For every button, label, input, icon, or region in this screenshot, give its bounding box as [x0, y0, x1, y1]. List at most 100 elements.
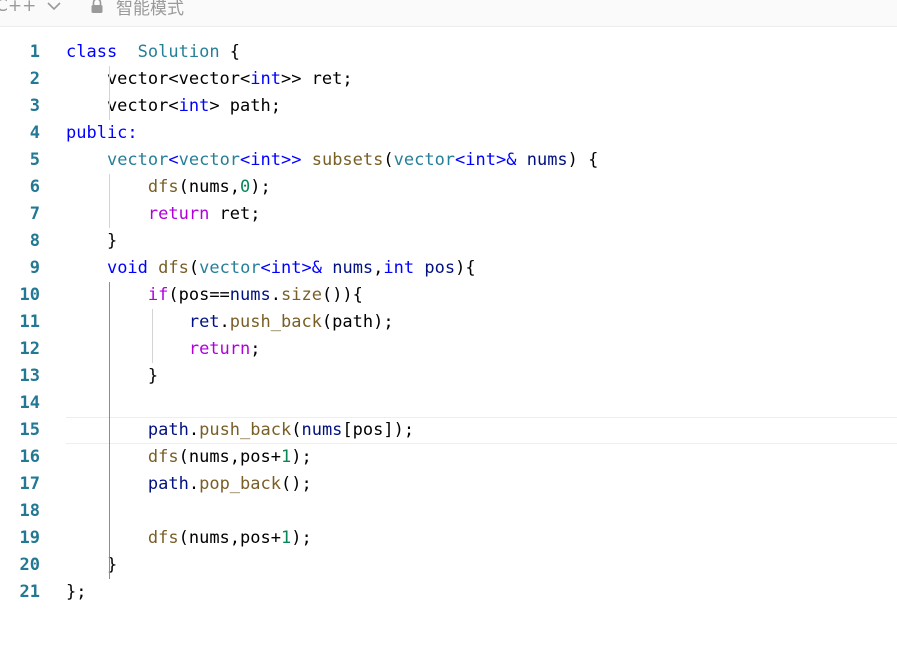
code-token: <: [168, 150, 179, 170]
code-line[interactable]: 17 path.pop_back();: [0, 471, 897, 498]
code-editor[interactable]: 1 class Solution {2 vector<vector<int>> r…: [0, 27, 897, 669]
code-token: );: [291, 528, 312, 548]
code-line[interactable]: 15 path.push_back(nums[pos]);: [0, 417, 897, 444]
line-number: 12: [19, 339, 40, 359]
code-line[interactable]: 10 if(pos==nums.size()){: [0, 282, 897, 309]
code-line[interactable]: 3 vector<int> path;: [0, 93, 897, 120]
indent-guide: [109, 66, 110, 120]
code-token: nums: [332, 258, 374, 278]
code-token: (nums,pos+: [178, 528, 281, 548]
line-number: 10: [19, 285, 40, 305]
code-token: 1: [280, 447, 292, 467]
line-number: 7: [29, 204, 40, 224]
line-number: 1: [29, 42, 40, 62]
code-token: nums: [526, 150, 568, 170]
language-label: C++: [0, 0, 37, 16]
code-lines: 1 class Solution {2 vector<vector<int>> r…: [0, 39, 897, 606]
code-text: }: [66, 363, 158, 390]
code-token: int: [178, 96, 210, 116]
code-token: subsets: [311, 150, 384, 170]
code-line[interactable]: 9 void dfs(vector<int>& nums,int pos){: [0, 255, 897, 282]
code-line[interactable]: 14: [0, 390, 897, 417]
code-token: nums: [229, 285, 271, 305]
smart-mode-toggle[interactable]: 智能模式: [90, 0, 184, 19]
code-token: ){: [455, 258, 476, 278]
code-token: size: [281, 285, 322, 305]
line-number: 14: [19, 393, 40, 413]
code-text: };: [66, 579, 86, 606]
code-token: <int>>: [240, 150, 302, 170]
code-text: dfs(nums,0);: [66, 174, 271, 201]
line-number: 18: [19, 501, 40, 521]
code-token: [pos]);: [342, 420, 415, 440]
code-token: (pos==: [168, 285, 230, 305]
code-text: path.pop_back();: [66, 471, 312, 498]
code-text: return;: [66, 336, 261, 363]
code-token: }: [66, 366, 159, 386]
code-token: ,: [373, 258, 384, 278]
code-text: class Solution {: [66, 39, 240, 66]
code-token: >> ret;: [280, 69, 353, 89]
code-token: dfs: [158, 258, 189, 278]
indent-guide: [152, 309, 153, 363]
line-number: 15: [19, 420, 40, 440]
code-line[interactable]: 19 dfs(nums,pos+1);: [0, 525, 897, 552]
code-line[interactable]: 21};: [0, 579, 897, 606]
code-token: vector: [199, 258, 261, 278]
code-token: (: [188, 258, 200, 278]
code-line[interactable]: 8 }: [0, 228, 897, 255]
code-text: if(pos==nums.size()){: [66, 282, 363, 309]
indent-guide: [109, 282, 110, 579]
code-line[interactable]: 12 return;: [0, 336, 897, 363]
code-token: if: [147, 285, 169, 305]
editor-toolbar: C++ 智能模式: [0, 0, 897, 27]
code-token: pop_back: [199, 474, 281, 494]
code-token: ;: [250, 339, 261, 359]
code-line[interactable]: 16 dfs(nums,pos+1);: [0, 444, 897, 471]
language-select[interactable]: C++: [0, 0, 62, 18]
code-text: void dfs(vector<int>& nums,int pos){: [66, 255, 476, 282]
code-token: );: [250, 177, 271, 197]
code-token: vector: [106, 150, 169, 170]
code-line[interactable]: 20 }: [0, 552, 897, 579]
mode-label: 智能模式: [116, 0, 184, 19]
line-number: 20: [19, 555, 40, 575]
code-token: (nums,pos+: [178, 447, 281, 467]
code-text: dfs(nums,pos+1);: [66, 525, 312, 552]
code-line[interactable]: 13 }: [0, 363, 897, 390]
code-token: :: [127, 123, 138, 143]
code-token: .: [188, 474, 200, 494]
code-line[interactable]: 7 return ret;: [0, 201, 897, 228]
code-line[interactable]: 4 public:: [0, 120, 897, 147]
line-number: 21: [19, 582, 40, 602]
code-line[interactable]: 2 vector<vector<int>> ret;: [0, 66, 897, 93]
code-token: );: [291, 447, 312, 467]
line-number: 11: [19, 312, 40, 332]
code-token: > path;: [209, 96, 281, 116]
code-line[interactable]: 11 ret.push_back(path);: [0, 309, 897, 336]
code-text: vector<vector<int>> subsets(vector<int>&…: [66, 147, 598, 174]
code-token: push_back: [199, 420, 292, 440]
code-token: pos: [424, 258, 456, 278]
code-line[interactable]: 18: [0, 498, 897, 525]
code-line[interactable]: 6 dfs(nums,0);: [0, 174, 897, 201]
code-token: int: [250, 69, 281, 89]
code-token: };: [66, 582, 87, 602]
line-number: 3: [29, 96, 40, 116]
code-line[interactable]: 5 vector<vector<int>> subsets(vector<int…: [0, 147, 897, 174]
code-line[interactable]: 1 class Solution {: [0, 39, 897, 66]
code-token: ();: [280, 474, 312, 494]
code-token: nums: [301, 420, 343, 440]
code-token: dfs: [147, 447, 179, 467]
